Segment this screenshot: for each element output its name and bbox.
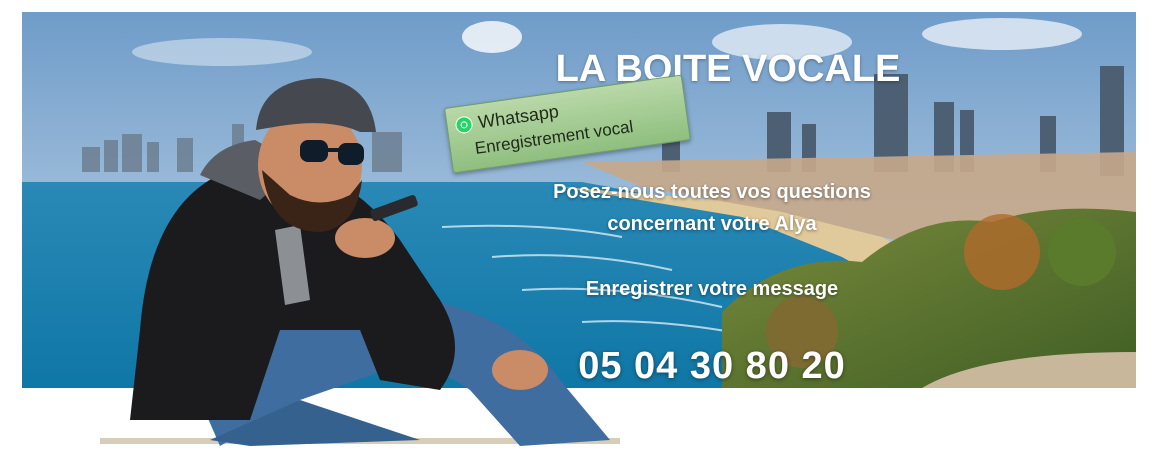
whatsapp-icon <box>454 114 474 134</box>
subtitle-line-1: Posez-nous toutes vos questions <box>553 181 871 203</box>
hero-banner: LA BOITE VOCALE Posez-nous toutes vos qu… <box>22 12 1136 388</box>
page-title: LA BOITE VOCALE <box>555 48 901 90</box>
subtitle: Posez-nous toutes vos questions concerna… <box>492 176 932 240</box>
phone-number: 05 04 30 80 20 <box>578 345 846 387</box>
record-message-cta: Enregistrer votre message <box>585 278 839 300</box>
subtitle-line-2: concernant votre Alya <box>607 213 817 235</box>
